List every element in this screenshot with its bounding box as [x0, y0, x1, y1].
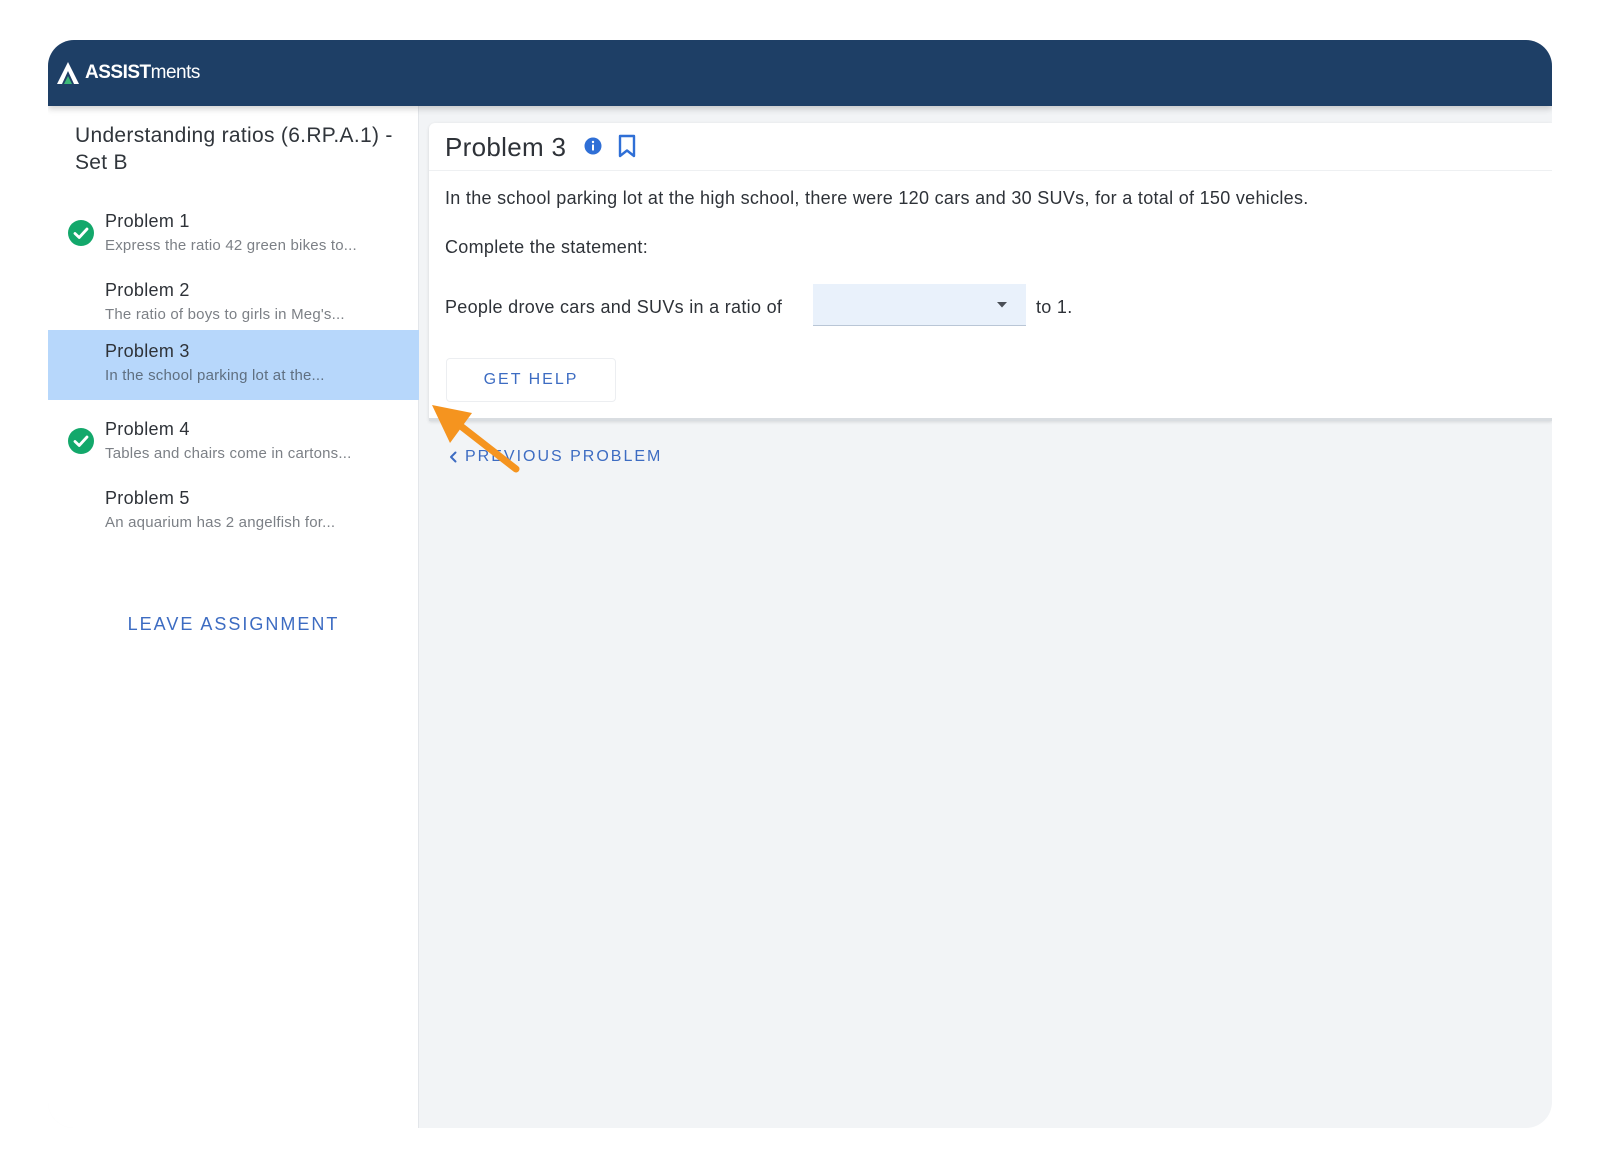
- problem-header: Problem 3: [429, 123, 1552, 171]
- problem-title: Problem 3: [445, 132, 567, 162]
- get-help-button[interactable]: GET HELP: [446, 358, 616, 402]
- problem-preview: An aquarium has 2 angelfish for...: [105, 514, 336, 531]
- problem-name: Problem 1: [105, 211, 190, 231]
- sidebar-item-problem-1[interactable]: Problem 1 Express the ratio 42 green bik…: [48, 200, 419, 270]
- problem-name: Problem 4: [105, 419, 190, 439]
- sidebar-item-problem-3[interactable]: Problem 3 In the school parking lot at t…: [48, 330, 419, 400]
- problem-instruction: Complete the statement:: [445, 237, 649, 257]
- problem-name: Problem 5: [105, 488, 190, 508]
- assistments-logo[interactable]: ASSISTments: [56, 59, 200, 87]
- info-icon[interactable]: [584, 137, 602, 155]
- assignment-title: Understanding ratios (6.RP.A.1) - Set B: [75, 124, 393, 174]
- sidebar-item-problem-4[interactable]: Problem 4 Tables and chairs come in cart…: [48, 408, 419, 478]
- statement-prefix: People drove cars and SUVs in a ratio of: [445, 297, 783, 317]
- assistments-logo-icon: [57, 62, 79, 84]
- problem-name: Problem 2: [105, 280, 190, 300]
- sidebar-item-problem-2[interactable]: Problem 2 The ratio of boys to girls in …: [48, 269, 419, 339]
- logo-text-bold: ASSIST: [85, 62, 151, 83]
- bookmark-icon[interactable]: [617, 134, 637, 158]
- problem-card: Problem 3 In the school parking lot at t…: [429, 123, 1552, 421]
- previous-problem-button[interactable]: PREVIOUS PROBLEM: [449, 445, 662, 469]
- app-frame: ASSISTments Understanding ratios (6.RP.A…: [48, 40, 1552, 1128]
- statement-suffix: to 1.: [1036, 297, 1073, 317]
- check-circle-icon: [68, 220, 94, 246]
- logo-text-light: ments: [150, 62, 201, 83]
- leave-assignment-button[interactable]: LEAVE ASSIGNMENT: [48, 614, 419, 644]
- sidebar-item-problem-5[interactable]: Problem 5 An aquarium has 2 angelfish fo…: [48, 477, 419, 547]
- problem-body-text: In the school parking lot at the high sc…: [445, 188, 1309, 208]
- problem-preview: The ratio of boys to girls in Meg's...: [105, 306, 345, 323]
- logo-text: ASSISTments: [85, 62, 200, 84]
- top-bar: ASSISTments: [48, 40, 1552, 106]
- card-divider: [429, 418, 1552, 421]
- problem-preview: Tables and chairs come in cartons...: [105, 445, 352, 462]
- problem-preview: In the school parking lot at the...: [105, 367, 325, 384]
- problem-name: Problem 3: [105, 341, 190, 361]
- previous-problem-label: PREVIOUS PROBLEM: [465, 448, 663, 465]
- check-circle-icon: [68, 428, 94, 454]
- ratio-answer-dropdown[interactable]: [813, 284, 1026, 326]
- problem-preview: Express the ratio 42 green bikes to...: [105, 237, 357, 254]
- sidebar: Understanding ratios (6.RP.A.1) - Set B …: [48, 106, 419, 1128]
- caret-down-icon: [997, 302, 1007, 308]
- chevron-left-icon: [450, 451, 457, 463]
